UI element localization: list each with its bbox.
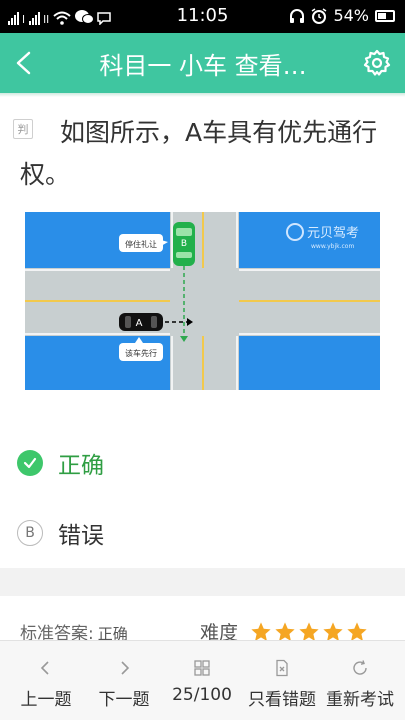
status-bar: l ll 11:05 54%: [0, 0, 405, 33]
wrong-only-label: 只看错题: [248, 690, 316, 710]
option-label: 正确: [58, 453, 104, 479]
chevron-left-icon: [40, 661, 49, 675]
car-a: A: [119, 313, 163, 331]
next-question-button[interactable]: 下一题: [78, 641, 170, 721]
option-correct[interactable]: 正确: [17, 448, 104, 479]
headphones-icon: [290, 8, 305, 23]
section-divider: [0, 568, 405, 596]
question-grid-button[interactable]: 25/100: [158, 641, 246, 721]
option-label: 错误: [58, 523, 104, 549]
document-x-icon: [276, 659, 288, 677]
progress-label: 25/100: [172, 685, 232, 705]
status-right: 54%: [289, 6, 395, 25]
header-shadow: [0, 93, 405, 97]
wrong-only-button[interactable]: 只看错题: [240, 641, 324, 721]
retake-label: 重新考试: [326, 690, 394, 710]
option-wrong[interactable]: B 错误: [17, 518, 104, 549]
next-label: 下一题: [98, 690, 150, 710]
battery-icon: [375, 9, 395, 22]
question-text: 如图所示，A车具有优先通行权。: [20, 118, 378, 189]
chevron-right-icon: [121, 661, 130, 675]
watermark-name: 元贝驾考: [307, 226, 359, 241]
app-header: 科目一 小车 查看…: [0, 33, 405, 93]
alarm-icon: [312, 7, 327, 24]
car-a-label: A: [136, 318, 143, 329]
battery-percent: 54%: [333, 6, 369, 25]
option-marker-b: B: [17, 520, 43, 546]
page-title: 科目一 小车 查看…: [99, 52, 307, 80]
refresh-icon: [353, 660, 367, 675]
retake-exam-button[interactable]: 重新考试: [318, 641, 402, 721]
bubble-a: 该车先行: [125, 348, 157, 358]
car-b: B: [173, 222, 195, 266]
bottom-toolbar: 上一题 下一题 25/100 只看错题 重新考试: [0, 640, 405, 720]
gear-icon[interactable]: [363, 49, 391, 77]
checkmark-icon: [17, 450, 43, 476]
watermark-url: www.ybjk.com: [311, 243, 354, 250]
grid-icon: [194, 660, 210, 676]
question-image: B A 停住礼让 该车先行 元贝驾考 www.ybjk.com: [25, 212, 380, 390]
bubble-b: 停住礼让: [125, 239, 157, 249]
car-b-label: B: [181, 239, 187, 249]
back-arrow-icon[interactable]: [10, 47, 40, 79]
